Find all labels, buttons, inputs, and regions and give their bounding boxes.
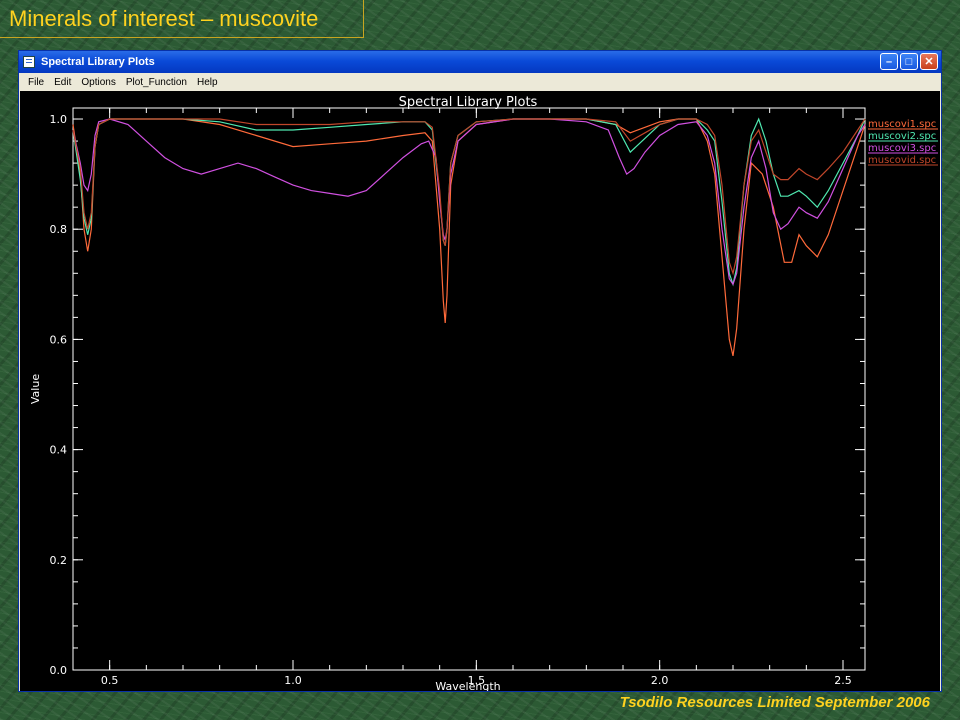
app-window-icon[interactable] [23,56,35,68]
series-line-1 [72,118,866,357]
x-tick-label: 2.5 [834,674,852,687]
window-titlebar[interactable]: Spectral Library Plots – □ ✕ [19,51,941,73]
y-tick-label: 0.0 [50,664,68,677]
series-line-2 [72,117,866,287]
menu-help[interactable]: Help [192,77,223,88]
slide-title: Minerals of interest – muscovite [0,0,364,38]
window-controls: – □ ✕ [880,53,938,70]
y-tick-label: 0.8 [50,223,68,236]
menubar: File Edit Options Plot_Function Help [19,73,941,91]
menu-file[interactable]: File [23,77,49,88]
x-tick-label: 0.5 [101,674,119,687]
spectral-chart[interactable]: Spectral Library Plots 0.00.20.40.60.81.… [20,91,940,691]
window-title: Spectral Library Plots [41,56,155,68]
menu-plot-function[interactable]: Plot_Function [121,77,192,88]
y-tick-label: 0.6 [50,333,68,346]
maximize-button[interactable]: □ [900,53,918,70]
x-tick-label: 2.0 [651,674,669,687]
close-button[interactable]: ✕ [920,53,938,70]
legend-entry-4: muscovid.spc [868,155,936,166]
x-tick-label: 1.0 [284,674,302,687]
menu-options[interactable]: Options [76,77,120,88]
menu-edit[interactable]: Edit [49,77,76,88]
y-tick-label: 0.2 [50,554,68,567]
x-axis-label: Wavelength [435,680,500,691]
minimize-button[interactable]: – [880,53,898,70]
legend-entry-3: muscovi3.spc [868,143,936,154]
series-line-3 [72,118,866,286]
y-tick-label: 0.4 [50,444,68,457]
footer-credit: Tsodilo Resources Limited September 2006 [619,694,930,711]
legend-entry-2: muscovi2.spc [868,131,936,142]
plot-area[interactable]: Spectral Library Plots 0.0 0.2 0.4 0.6 0.8 1.… [20,91,940,691]
y-tick-label: 1.0 [50,113,68,126]
y-axis-label: Value [29,374,42,404]
legend-entry-1: muscovi1.spc [868,119,936,130]
spectral-library-window: Spectral Library Plots – □ ✕ File Edit O… [18,50,942,692]
